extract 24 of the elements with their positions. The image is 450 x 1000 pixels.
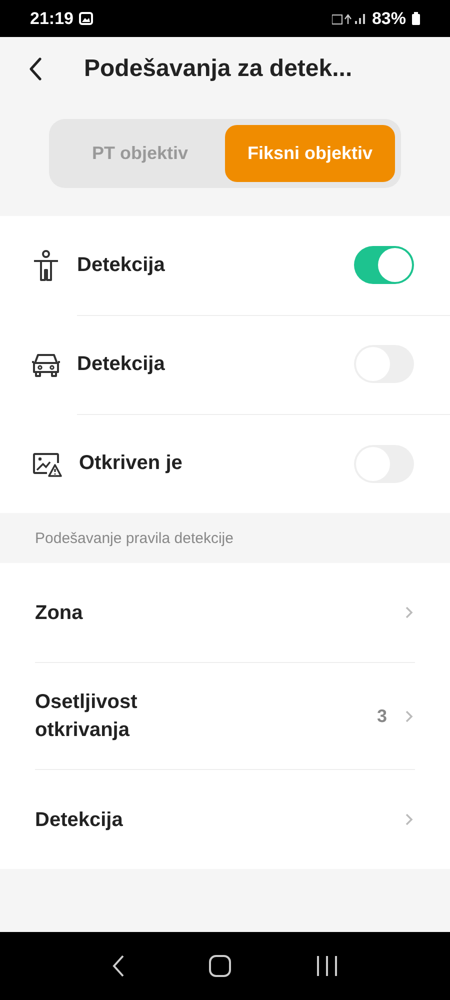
gallery-icon xyxy=(79,12,94,25)
setting-label: Detekcija xyxy=(77,352,166,376)
rule-item[interactable]: Zona xyxy=(35,563,415,663)
page-title: Podešavanja za detek... xyxy=(84,55,352,83)
chevron-icon xyxy=(405,710,413,722)
recent-apps-icon[interactable] xyxy=(314,955,339,977)
chevron-icon xyxy=(405,606,413,619)
rule-item[interactable]: Osetljivost otkrivanja 3 xyxy=(35,663,415,770)
chevron-icon xyxy=(405,813,413,826)
status-time: 21:19 xyxy=(30,8,74,28)
battery-icon xyxy=(412,12,420,25)
person-icon xyxy=(32,250,60,282)
section-title: Podešavanje pravila detekcije xyxy=(35,530,234,546)
home-icon[interactable] xyxy=(208,954,232,978)
battery-percent: 83% xyxy=(372,8,406,28)
setting-label: Otkriven je xyxy=(79,452,184,475)
setting-label: Detekcija xyxy=(77,254,166,276)
back-icon[interactable] xyxy=(28,57,42,81)
rule-item[interactable]: Detekcija xyxy=(35,770,415,869)
back-nav-icon[interactable] xyxy=(111,954,126,978)
toggle-switch[interactable] xyxy=(354,246,414,284)
image-alert-icon xyxy=(32,450,62,476)
signal-icon xyxy=(332,12,366,24)
car-icon xyxy=(32,352,60,378)
